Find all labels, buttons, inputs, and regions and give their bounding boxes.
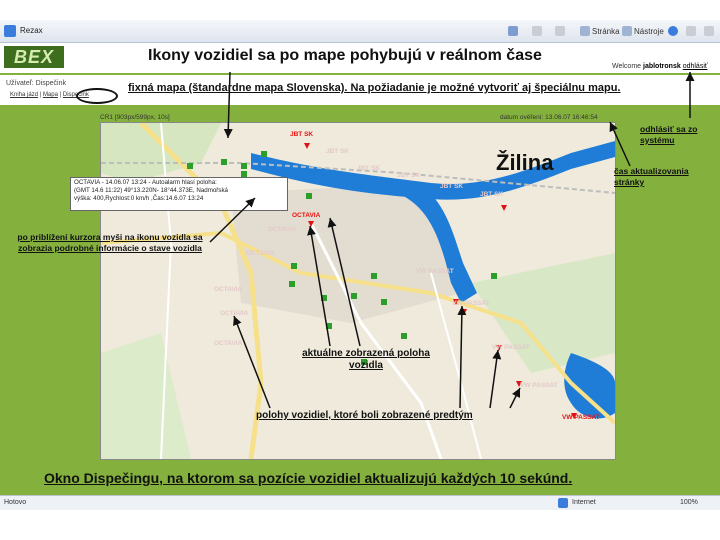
status-zone: Internet — [572, 499, 596, 506]
annotation-arrows — [209, 71, 695, 409]
zoom-level[interactable]: 100% — [680, 499, 698, 506]
internet-zone-icon — [558, 498, 568, 508]
browser-status-bar: Hotovo Internet 100% — [0, 495, 720, 510]
status-text: Hotovo — [4, 499, 27, 506]
bottom-caption: Okno Dispečingu, na ktorom sa pozície vo… — [44, 470, 573, 486]
